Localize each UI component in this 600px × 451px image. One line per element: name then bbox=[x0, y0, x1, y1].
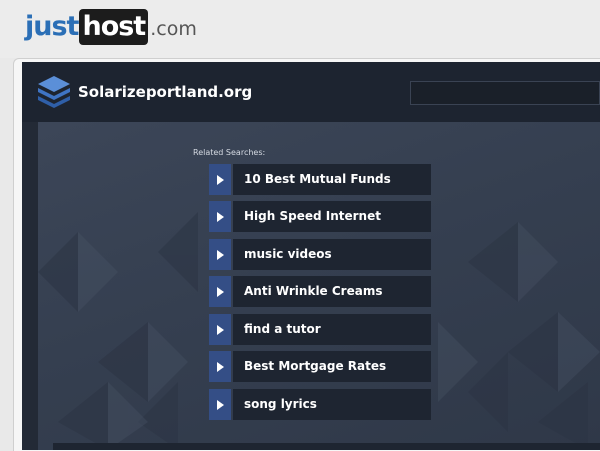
related-link-label[interactable]: music videos bbox=[233, 239, 431, 270]
top-bar: just host .com bbox=[0, 0, 600, 58]
site-title[interactable]: Solarizeportland.org bbox=[78, 82, 252, 102]
play-arrow-icon bbox=[209, 201, 231, 232]
related-link-label[interactable]: High Speed Internet bbox=[233, 201, 431, 232]
related-link[interactable]: song lyrics bbox=[209, 389, 431, 420]
bottom-strip bbox=[53, 443, 600, 450]
play-arrow-icon bbox=[209, 239, 231, 270]
play-arrow-icon bbox=[209, 276, 231, 307]
logo-just-text: just bbox=[25, 11, 79, 42]
related-link-label[interactable]: song lyrics bbox=[233, 389, 431, 420]
layers-stack-icon bbox=[38, 76, 70, 108]
related-link[interactable]: Anti Wrinkle Creams bbox=[209, 276, 431, 307]
search-input[interactable] bbox=[410, 81, 600, 105]
related-link[interactable]: find a tutor bbox=[209, 314, 431, 345]
related-link[interactable]: High Speed Internet bbox=[209, 201, 431, 232]
parked-site: Solarizeportland.org Related Searches: 1… bbox=[22, 62, 600, 450]
logo-host-text: host bbox=[79, 9, 149, 45]
logo-tld-text: .com bbox=[150, 18, 197, 40]
related-link[interactable]: 10 Best Mutual Funds bbox=[209, 164, 431, 195]
play-arrow-icon bbox=[209, 389, 231, 420]
related-link-label[interactable]: Anti Wrinkle Creams bbox=[233, 276, 431, 307]
play-arrow-icon bbox=[209, 351, 231, 382]
site-header: Solarizeportland.org bbox=[22, 62, 600, 122]
related-link-label[interactable]: 10 Best Mutual Funds bbox=[233, 164, 431, 195]
related-link-label[interactable]: find a tutor bbox=[233, 314, 431, 345]
play-arrow-icon bbox=[209, 314, 231, 345]
justhost-logo[interactable]: just host .com bbox=[25, 9, 197, 45]
play-arrow-icon bbox=[209, 164, 231, 195]
related-link-label[interactable]: Best Mortgage Rates bbox=[233, 351, 431, 382]
related-link[interactable]: music videos bbox=[209, 239, 431, 270]
related-searches-label: Related Searches: bbox=[193, 148, 266, 157]
related-link[interactable]: Best Mortgage Rates bbox=[209, 351, 431, 382]
